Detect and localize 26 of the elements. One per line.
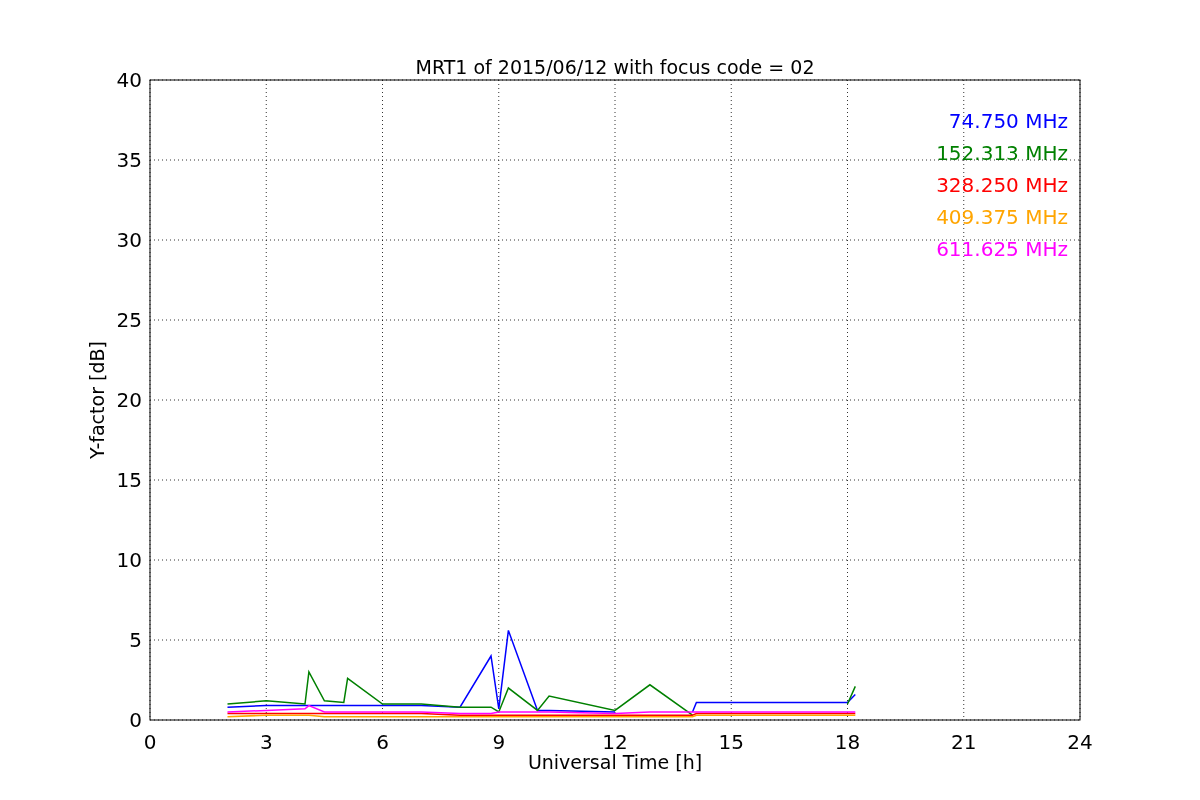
legend-label: 328.250 MHz [936,173,1068,197]
tick-label: 6 [376,730,389,754]
tick-label: 30 [116,228,142,252]
tick-label: 10 [116,548,142,572]
tick-label: 18 [834,730,861,754]
tick-label: 40 [116,68,142,92]
tick-label: 25 [116,308,142,332]
tick-label: 9 [492,730,506,754]
tick-label: 0 [129,708,142,732]
legend-label: 409.375 MHz [936,205,1068,229]
legend-label: 74.750 MHz [948,109,1068,133]
tick-label: 5 [129,628,142,652]
axis-label: Universal Time [h] [527,751,703,773]
tick-label: 35 [116,148,142,172]
tick-label: 21 [951,730,977,754]
legend-label: 611.625 MHz [936,237,1068,261]
tick-label: 24 [1067,730,1093,754]
chart-title: MRT1 of 2015/06/12 with focus code = 02 [415,56,815,78]
tick-label: 15 [116,468,142,492]
tick-label: 15 [718,730,744,754]
tick-label: 0 [143,730,157,754]
tick-label: 20 [116,388,142,412]
tick-label: 12 [602,730,628,754]
legend-label: 152.313 MHz [936,141,1068,165]
tick-label: 3 [259,730,273,754]
axis-label: Y-factor [dB] [86,341,108,459]
